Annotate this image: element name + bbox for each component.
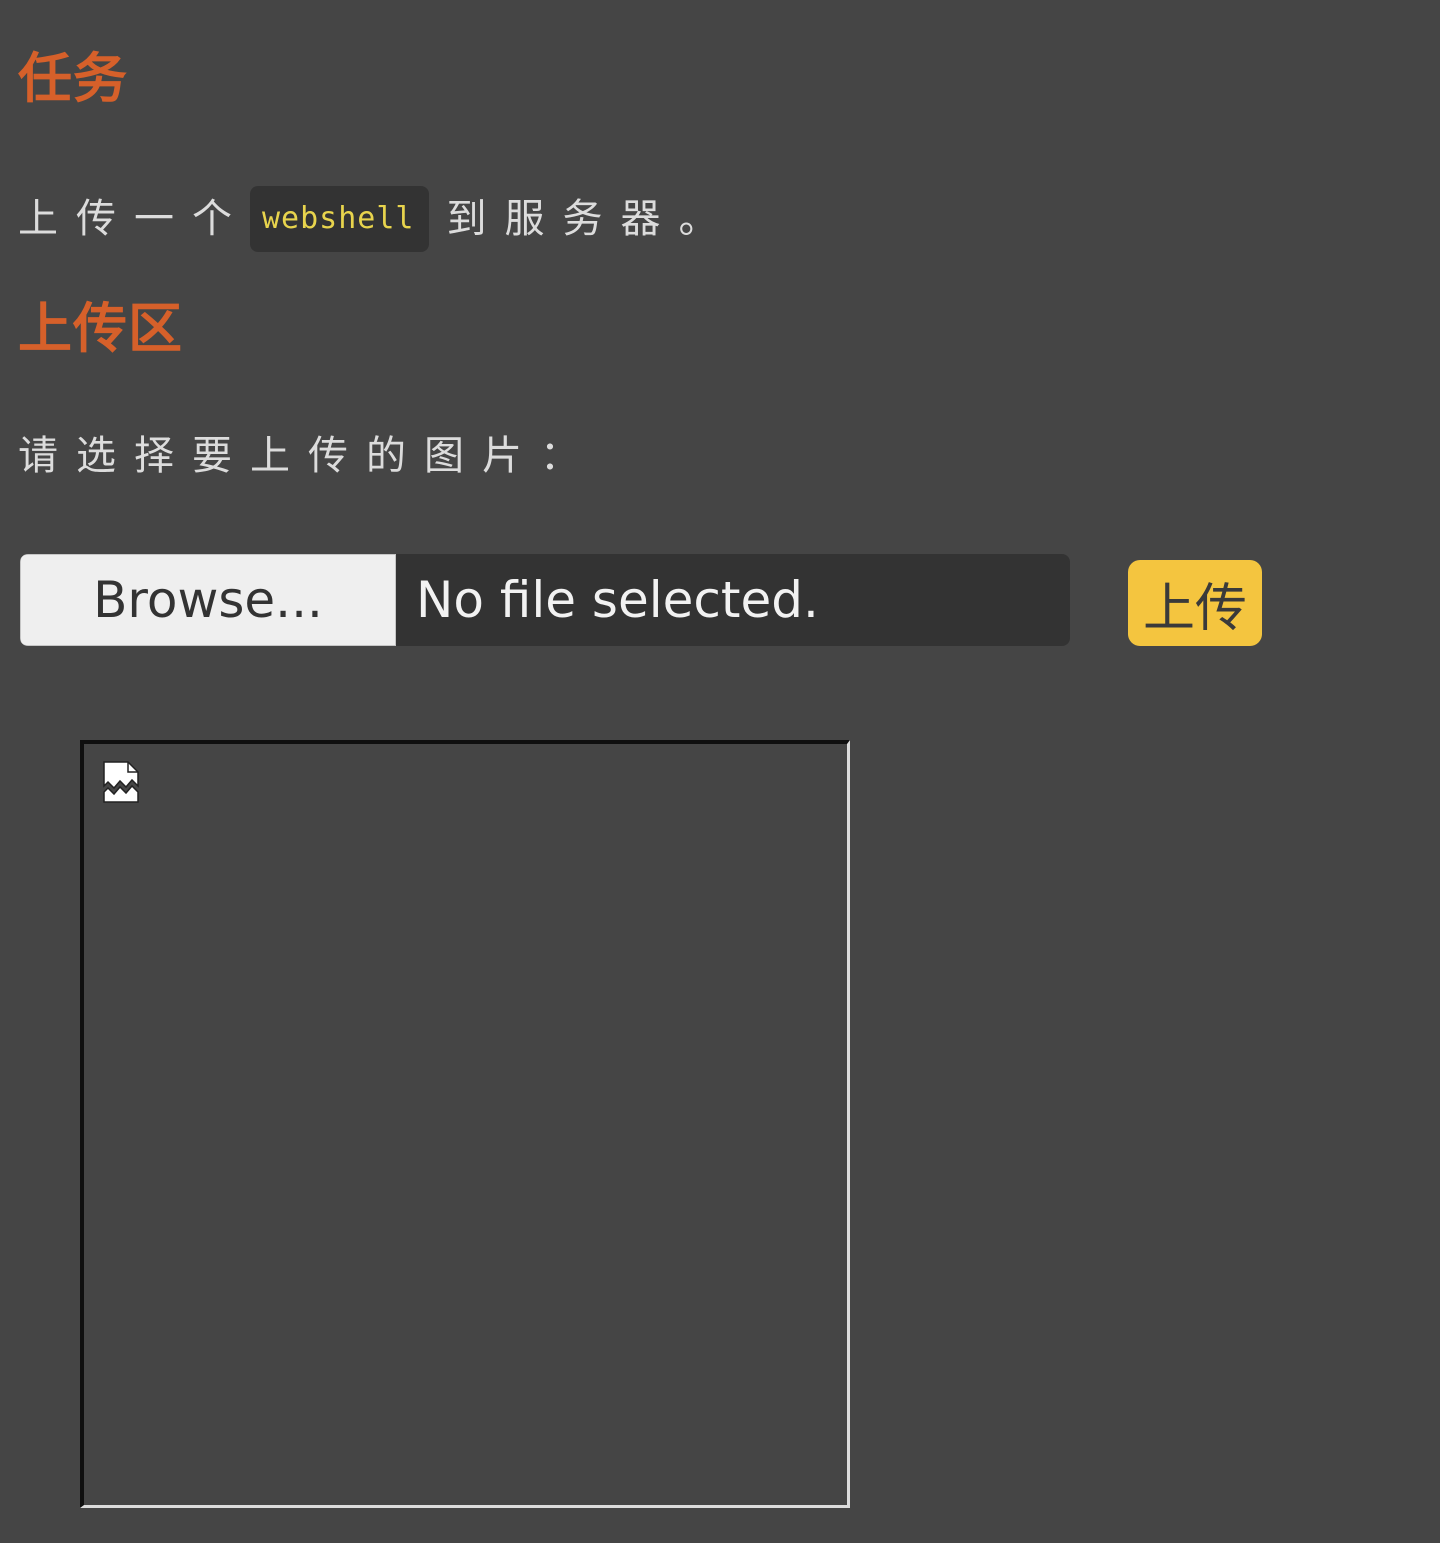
browse-button[interactable]: Browse... (20, 554, 396, 646)
upload-area-heading: 上传区 (18, 297, 183, 360)
task-text-before: 上传一个 (18, 196, 250, 242)
file-status-text: No file selected. (416, 571, 819, 629)
file-input[interactable]: Browse... No file selected. (20, 554, 1070, 646)
task-description: 上传一个 webshell 到服务器。 (18, 186, 737, 252)
upload-button[interactable]: 上传 (1128, 560, 1262, 646)
broken-image-icon (103, 761, 139, 803)
task-heading: 任务 (18, 47, 128, 110)
webshell-code: webshell (250, 186, 429, 252)
image-preview (80, 740, 850, 1508)
task-text-after: 到服务器。 (446, 196, 737, 242)
choose-image-prompt: 请选择要上传的图片： (18, 433, 598, 479)
